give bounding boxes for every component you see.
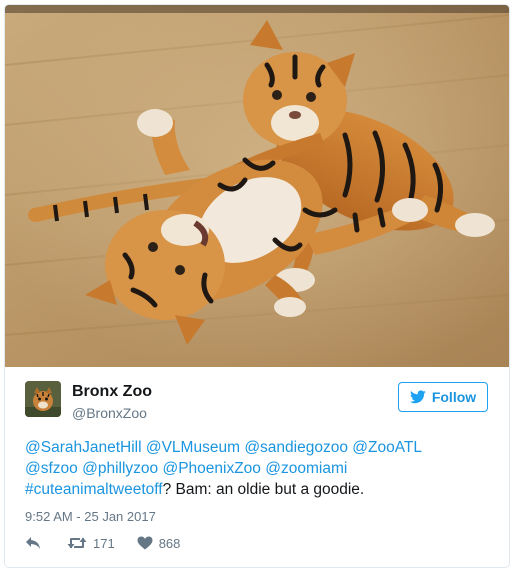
mention-link[interactable]: @PhoenixZoo (162, 460, 260, 477)
mention-link[interactable]: @VLMuseum (146, 439, 240, 456)
bird-icon (409, 390, 426, 404)
reply-button[interactable] (25, 536, 41, 550)
author-name[interactable]: Bronx Zoo (72, 383, 152, 401)
tweet-body-text: ? Bam: an oldie but a goodie. (162, 481, 365, 498)
reply-icon (26, 537, 40, 549)
tweet-header: Bronx Zoo @BronxZoo Follow (25, 381, 491, 421)
author-handle[interactable]: @BronxZoo (72, 405, 147, 421)
tweet-card: Bronx Zoo @BronxZoo Follow @SarahJanetHi… (4, 4, 510, 568)
tweet-timestamp[interactable]: 9:52 AM - 25 Jan 2017 (25, 509, 156, 524)
avatar[interactable] (25, 381, 61, 417)
follow-label: Follow (431, 389, 477, 405)
hashtag-link[interactable]: #cuteanimaltweetoff (25, 481, 163, 498)
tweet-text: @SarahJanetHill @VLMuseum @sandiegozoo @… (25, 437, 495, 500)
heart-icon (137, 536, 153, 550)
mention-link[interactable]: @zoomiami (265, 460, 347, 477)
tweet-text-line-1: @SarahJanetHill @VLMuseum @sandiegozoo @… (25, 437, 495, 458)
retweet-icon (67, 537, 87, 549)
tweet-text-line-3: #cuteanimaltweetoff? Bam: an oldie but a… (25, 479, 495, 500)
retweet-button[interactable]: 171 (67, 536, 115, 551)
retweet-count: 171 (93, 535, 115, 551)
follow-button[interactable]: Follow (398, 382, 488, 412)
mention-link[interactable]: @phillyzoo (82, 460, 158, 477)
mention-link[interactable]: @sandiegozoo (244, 439, 348, 456)
like-button[interactable]: 868 (137, 535, 181, 551)
like-count: 868 (158, 535, 181, 551)
mention-link[interactable]: @ZooATL (352, 439, 422, 456)
tweet-actions: 171 868 (25, 532, 180, 554)
tweet-photo-tiger-cubs[interactable] (5, 5, 509, 367)
mention-link[interactable]: @SarahJanetHill (25, 439, 142, 456)
mention-link[interactable]: @sfzoo (25, 460, 78, 477)
tweet-text-line-2: @sfzoo @phillyzoo @PhoenixZoo @zoomiami (25, 458, 495, 479)
